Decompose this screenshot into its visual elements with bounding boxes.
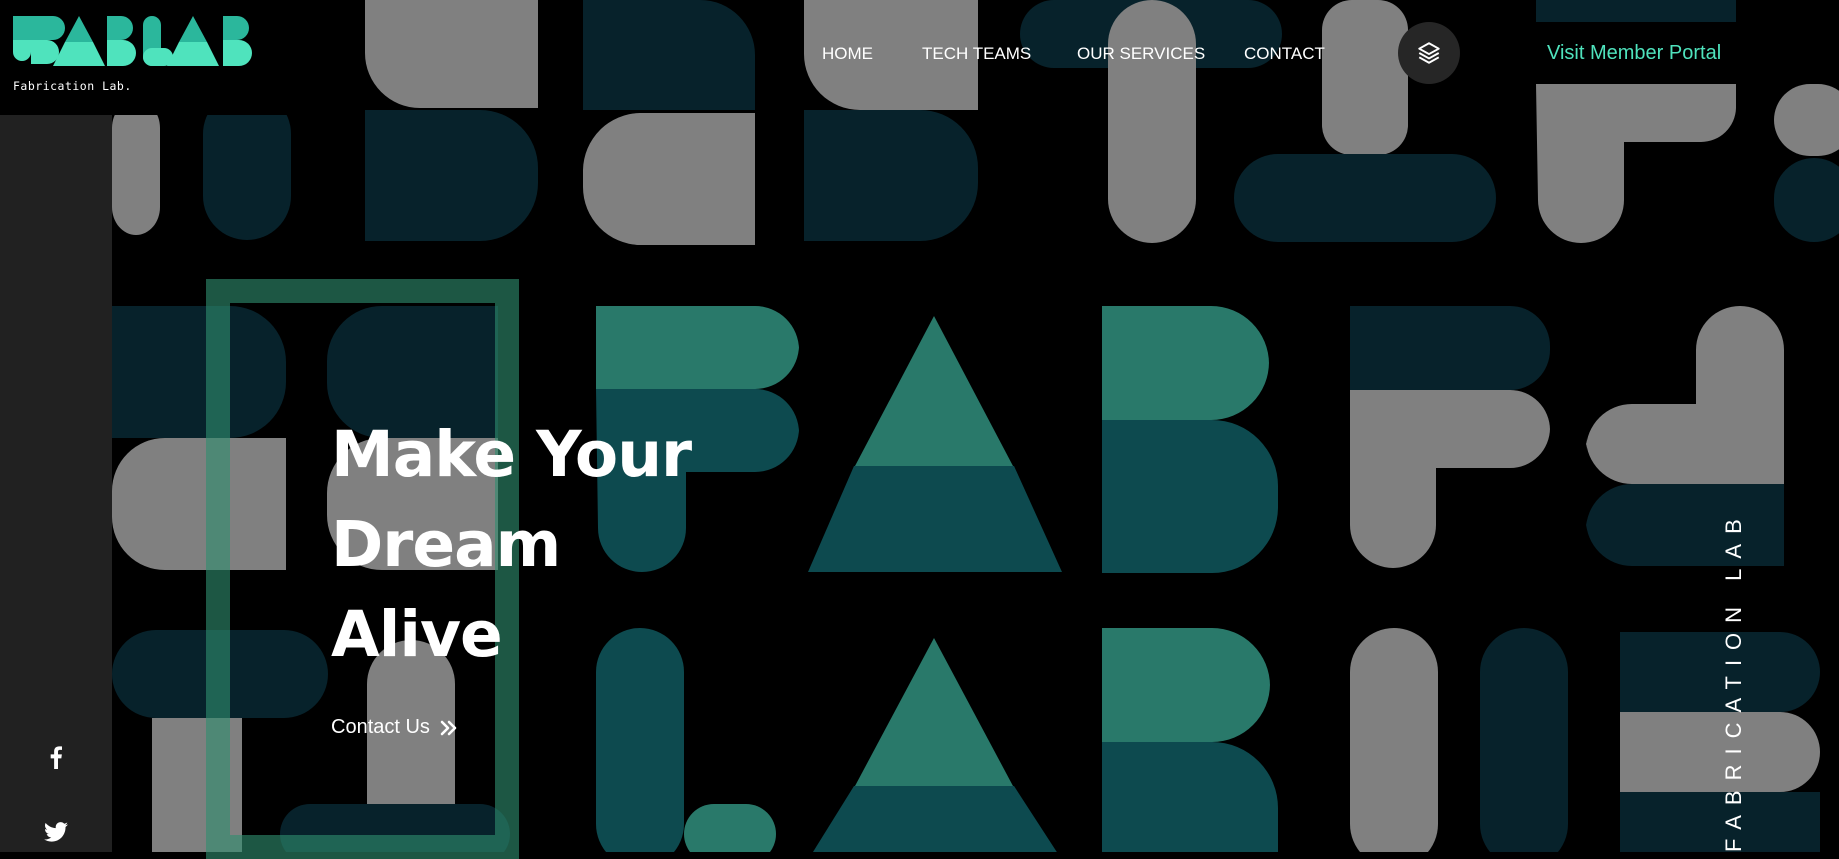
- fablab-logo-icon: [13, 16, 252, 66]
- brand-tagline: Fabrication Lab.: [13, 79, 132, 93]
- facebook-icon: [50, 746, 62, 769]
- hero-title: Make Your Dream Alive: [331, 410, 751, 680]
- layers-icon: [1418, 42, 1440, 64]
- brand-logo[interactable]: Fabrication Lab.: [0, 0, 290, 115]
- nav-contact[interactable]: CONTACT: [1244, 44, 1325, 64]
- contact-us-button[interactable]: Contact Us: [331, 716, 458, 739]
- facebook-link[interactable]: [0, 745, 112, 769]
- double-chevron-right-icon: [440, 720, 457, 735]
- layers-button[interactable]: [1398, 22, 1460, 84]
- top-navigation-bar: Fabrication Lab. HOME TECH TEAMS OUR SER…: [0, 0, 1839, 115]
- twitter-icon: [44, 822, 68, 842]
- contact-us-label: Contact Us: [331, 716, 430, 738]
- hero-title-line-3: Alive: [331, 598, 503, 671]
- hero-title-line-2: Dream: [331, 508, 561, 581]
- twitter-link[interactable]: [0, 822, 112, 842]
- nav-our-services[interactable]: OUR SERVICES: [1077, 44, 1205, 64]
- vertical-brand-text: FABRICATION LAB: [1721, 509, 1746, 852]
- hero-title-line-1: Make Your: [331, 418, 692, 491]
- nav-home[interactable]: HOME: [822, 44, 873, 64]
- social-sidebar: [0, 115, 112, 852]
- member-portal-link[interactable]: Visit Member Portal: [1547, 42, 1721, 65]
- nav-tech-teams[interactable]: TECH TEAMS: [922, 44, 1031, 64]
